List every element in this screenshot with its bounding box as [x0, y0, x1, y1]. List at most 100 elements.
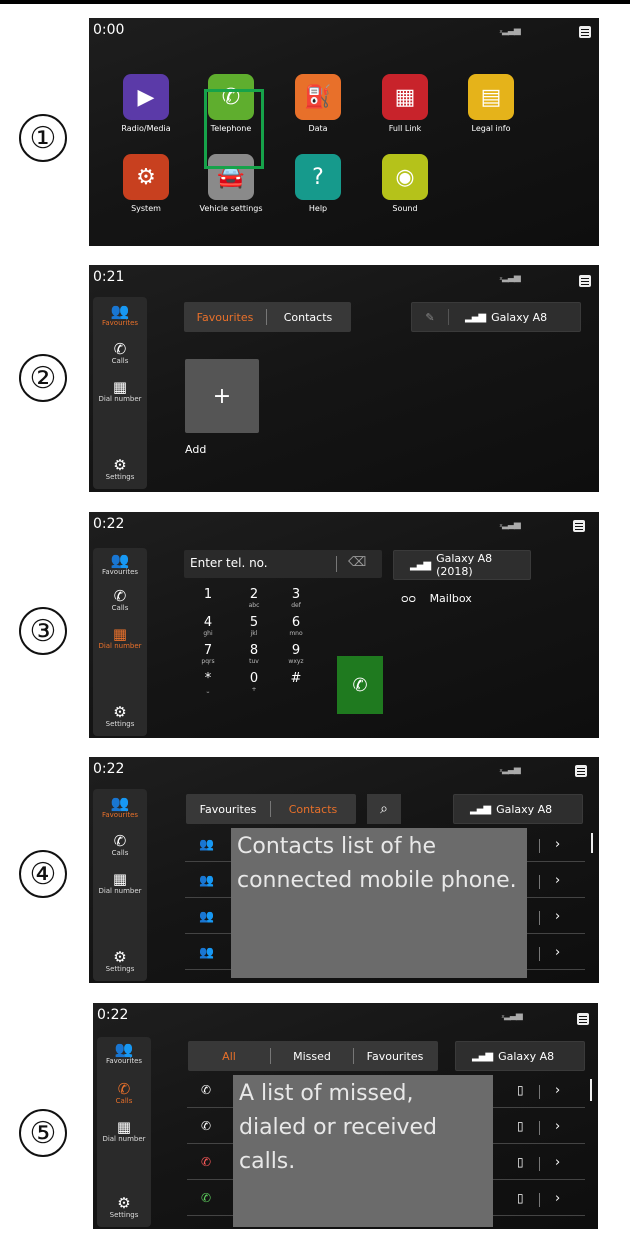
app-system[interactable]: ⚙ System	[110, 154, 182, 213]
search-icon: ⌕	[380, 801, 388, 817]
tab-contacts[interactable]: Contacts	[267, 311, 349, 324]
chevron-right-icon[interactable]: ›	[555, 837, 560, 852]
contact-icon: 👥	[199, 945, 214, 959]
connected-phone[interactable]: ▂▄▆ Galaxy A8	[455, 1041, 585, 1071]
add-favourite-button[interactable]: +	[185, 359, 259, 433]
key-8[interactable]: 8 tuv	[239, 643, 269, 666]
side-calls[interactable]: ✆ Calls	[97, 1081, 151, 1105]
mobile-phone-icon: ▯	[517, 1083, 524, 1097]
side-settings[interactable]: ⚙ Settings	[97, 1195, 151, 1219]
tab-favourites[interactable]: Favourites	[354, 1050, 436, 1063]
menu-icon[interactable]	[577, 1013, 589, 1025]
side-dial-number[interactable]: ▦ Dial number	[93, 626, 147, 650]
key-6[interactable]: 6 mno	[281, 616, 311, 638]
call-button[interactable]: ✆	[337, 656, 383, 714]
fuel-icon: ⛽	[295, 74, 341, 120]
contact-icon: 👥	[199, 873, 214, 887]
backspace-icon[interactable]: ⌫	[348, 555, 366, 570]
mailbox-item[interactable]: ᴑᴑ Mailbox	[401, 592, 472, 605]
phone-name: Galaxy A8 (2018)	[436, 552, 493, 578]
chevron-right-icon[interactable]: ›	[555, 909, 560, 924]
side-calls[interactable]: ✆ Calls	[93, 341, 147, 365]
connected-phone[interactable]: ✎ ▂▄▆ Galaxy A8	[411, 302, 581, 332]
chevron-right-icon[interactable]: ›	[555, 1191, 560, 1206]
dial-screen: 0:22 ₓ▂▃▅ 👥 Favourites ✆ Calls ▦ Dial nu…	[89, 512, 599, 738]
side-settings[interactable]: ⚙ Settings	[93, 704, 147, 728]
tab-contacts[interactable]: Contacts	[271, 803, 355, 816]
side-favourites[interactable]: 👥 Favourites	[97, 1041, 151, 1065]
key-1[interactable]: 1	[193, 588, 223, 602]
app-help[interactable]: ? Help	[282, 154, 354, 213]
key-5[interactable]: 5 jkl	[239, 616, 269, 638]
app-legal-info[interactable]: ▤ Legal info	[455, 74, 527, 133]
key-0[interactable]: 0 +	[239, 672, 269, 694]
app-sound[interactable]: ◉ Sound	[369, 154, 441, 213]
gear-icon: ⚙	[117, 1194, 131, 1212]
tab-missed[interactable]: Missed	[271, 1050, 353, 1063]
key-digit: 8	[249, 643, 259, 658]
chevron-right-icon[interactable]: ›	[555, 945, 560, 960]
key-7[interactable]: 7 pqrs	[193, 643, 223, 666]
chevron-right-icon[interactable]: ›	[555, 1083, 560, 1098]
side-favourites[interactable]: 👥 Favourites	[93, 552, 147, 576]
key-star[interactable]: * ⎵	[193, 672, 223, 694]
connected-phone[interactable]: ▂▄▆ Galaxy A8 (2018)	[393, 550, 531, 580]
side-settings[interactable]: ⚙ Settings	[93, 457, 147, 481]
phone-icon: ✆	[113, 587, 127, 605]
tab-all[interactable]: All	[188, 1050, 270, 1063]
side-settings[interactable]: ⚙ Settings	[93, 949, 147, 973]
phone-icon: ✆	[117, 1080, 131, 1098]
mobile-phone-icon: ▯	[517, 1155, 524, 1169]
key-2[interactable]: 2 abc	[239, 587, 269, 610]
pencil-icon[interactable]: ✎	[412, 311, 448, 324]
contacts-icon: 👥	[110, 794, 130, 812]
side-dial-number[interactable]: ▦ Dial number	[97, 1119, 151, 1143]
key-letters: abc	[248, 602, 260, 609]
app-full-link[interactable]: ▦ Full Link	[369, 74, 441, 133]
play-icon: ▶	[123, 74, 169, 120]
menu-icon[interactable]	[575, 765, 587, 777]
keypad-icon: ▦	[116, 1118, 132, 1136]
key-9[interactable]: 9 wxyz	[281, 644, 311, 666]
side-dial-number[interactable]: ▦ Dial number	[93, 379, 147, 403]
side-calls[interactable]: ✆ Calls	[93, 833, 147, 857]
input-divider	[336, 556, 337, 572]
key-3[interactable]: 3 def	[281, 588, 311, 610]
key-digit: 2	[249, 587, 259, 602]
number-input[interactable]: Enter tel. no. ⌫	[184, 550, 382, 578]
key-letters: ⎵	[206, 686, 210, 693]
key-digit: 7	[203, 643, 213, 658]
search-button[interactable]: ⌕	[367, 794, 401, 824]
chevron-right-icon[interactable]: ›	[555, 1155, 560, 1170]
key-4[interactable]: 4 ghi	[193, 616, 223, 638]
app-label: System	[131, 204, 161, 213]
key-hash[interactable]: #	[281, 672, 311, 686]
chevron-right-icon[interactable]: ›	[555, 873, 560, 888]
menu-icon[interactable]	[579, 26, 591, 38]
clock: 0:21	[93, 269, 125, 285]
chevron-right-icon[interactable]: ›	[555, 1119, 560, 1134]
received-call-icon: ✆	[201, 1191, 212, 1205]
tab-favourites[interactable]: Favourites	[186, 803, 270, 816]
clock: 0:22	[93, 516, 125, 532]
help-icon: ?	[295, 154, 341, 200]
document-icon: ▤	[468, 74, 514, 120]
side-calls[interactable]: ✆ Calls	[93, 588, 147, 612]
side-favourites[interactable]: 👥 Favourites	[93, 795, 147, 819]
top-rule	[0, 0, 630, 4]
menu-icon[interactable]	[573, 520, 585, 532]
app-radio-media[interactable]: ▶ Radio/Media	[110, 74, 182, 133]
app-label: Radio/Media	[121, 124, 171, 133]
side-label: Dial number	[98, 395, 142, 403]
side-favourites[interactable]: 👥 Favourites	[93, 303, 147, 327]
app-data[interactable]: ⛽ Data	[282, 74, 354, 133]
connected-phone[interactable]: ▂▄▆ Galaxy A8	[453, 794, 583, 824]
side-label: Dial number	[98, 887, 142, 895]
menu-icon[interactable]	[579, 275, 591, 287]
signal-bars-icon: ▂▄▆	[410, 559, 431, 571]
side-dial-number[interactable]: ▦ Dial number	[93, 871, 147, 895]
call-type-icon: ✆	[201, 1119, 212, 1133]
scrollbar[interactable]	[591, 833, 593, 853]
tab-favourites[interactable]: Favourites	[184, 311, 266, 324]
scrollbar[interactable]	[590, 1079, 592, 1101]
